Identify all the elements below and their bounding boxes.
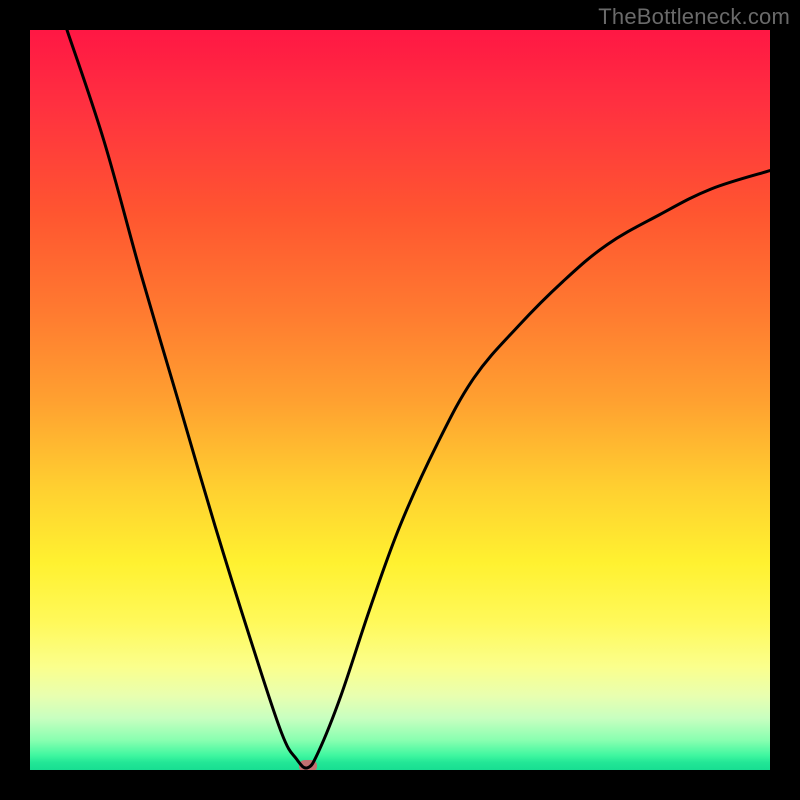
watermark-text: TheBottleneck.com (598, 4, 790, 30)
curve-svg (30, 30, 770, 770)
plot-area (30, 30, 770, 770)
bottleneck-curve-path (67, 30, 770, 768)
chart-frame: TheBottleneck.com (0, 0, 800, 800)
